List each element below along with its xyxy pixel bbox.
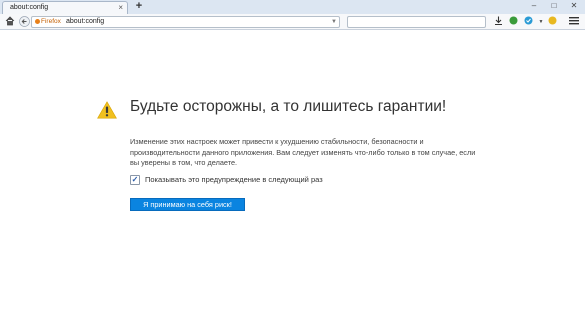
tab-title: about:config <box>10 4 49 11</box>
addon-blue-icon[interactable] <box>522 16 534 28</box>
firefox-icon <box>35 18 40 24</box>
close-window-button[interactable]: ✕ <box>564 0 584 12</box>
accept-risk-button[interactable]: Я принимаю на себя риск! <box>130 198 245 211</box>
url-text: about:config <box>66 18 105 25</box>
identity-label: Firefox <box>41 18 61 25</box>
menu-icon[interactable] <box>568 16 580 28</box>
warning-icon <box>97 101 117 119</box>
search-bar[interactable] <box>347 16 486 28</box>
show-warning-label[interactable]: Показывать это предупреждение в следующи… <box>145 175 323 185</box>
download-icon[interactable] <box>492 16 504 28</box>
tab-about-config[interactable]: about:config × <box>2 1 128 14</box>
minimize-button[interactable]: – <box>524 0 544 12</box>
dropdown-arrow-icon[interactable]: ▼ <box>331 17 337 27</box>
back-arrow-icon[interactable] <box>18 16 30 28</box>
maximize-button[interactable]: □ <box>544 0 564 12</box>
addon-green-icon[interactable] <box>507 16 519 28</box>
nav-bar: Firefox about:config ▼ ▼ <box>0 14 585 30</box>
warning-description: Изменение этих настроек может привести к… <box>130 137 476 168</box>
home-icon[interactable] <box>4 16 16 28</box>
url-bar[interactable]: Firefox about:config ▼ <box>31 16 340 28</box>
tab-strip: about:config × + – □ ✕ <box>0 0 585 14</box>
addon-yellow-icon[interactable] <box>546 16 558 28</box>
show-warning-checkbox[interactable]: ✓ <box>130 175 140 185</box>
new-tab-button[interactable]: + <box>132 1 146 13</box>
identity-badge[interactable]: Firefox <box>35 17 61 27</box>
page-title: Будьте осторожны, а то лишитесь гарантии… <box>130 98 447 115</box>
tab-close-icon[interactable]: × <box>118 2 123 14</box>
